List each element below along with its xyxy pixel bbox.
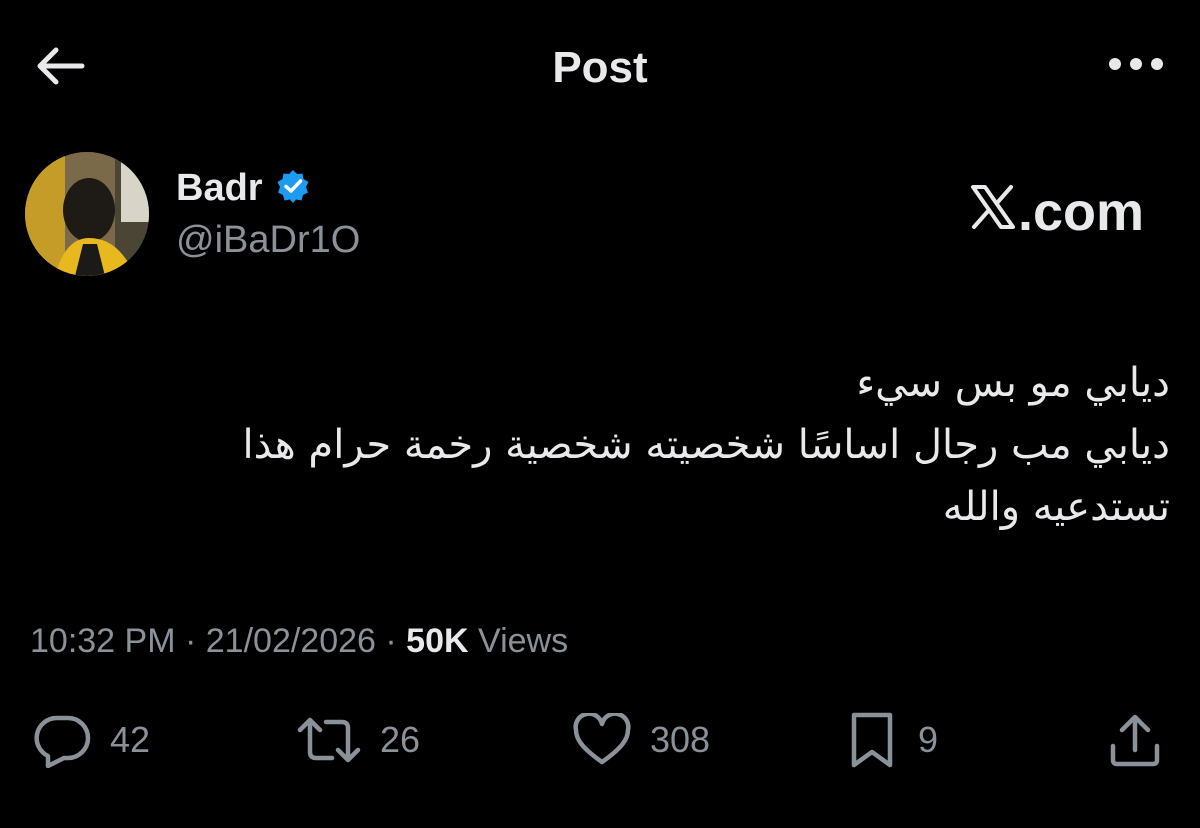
reply-icon bbox=[32, 712, 92, 768]
author-display-name: Badr bbox=[176, 166, 263, 209]
bookmark-count: 9 bbox=[918, 719, 939, 760]
more-options-button[interactable] bbox=[1096, 40, 1176, 92]
post-date[interactable]: 21/02/2026 bbox=[206, 622, 376, 660]
reply-count: 42 bbox=[110, 719, 151, 760]
reply-button[interactable]: 42 bbox=[32, 708, 150, 772]
page-title: Post bbox=[552, 43, 648, 92]
post-text: ديابي مو بس سيء ديابي مب رجال اساسًا شخص… bbox=[120, 352, 1170, 538]
post-line-1: ديابي مو بس سيء bbox=[856, 360, 1170, 406]
meta-separator: · bbox=[385, 622, 397, 660]
avatar[interactable] bbox=[25, 152, 149, 276]
author-handle[interactable]: @iBaDr1O bbox=[176, 216, 360, 264]
repost-button[interactable]: 26 bbox=[296, 708, 420, 772]
views-count: 50K bbox=[406, 622, 469, 660]
views-label: Views bbox=[478, 622, 569, 660]
share-button[interactable] bbox=[1108, 708, 1162, 772]
author-name[interactable]: Badr bbox=[176, 164, 311, 212]
like-button[interactable]: 308 bbox=[572, 708, 710, 772]
watermark-domain: .com bbox=[1017, 182, 1144, 242]
post-time[interactable]: 10:32 PM bbox=[30, 622, 176, 660]
bookmark-button[interactable]: 9 bbox=[844, 708, 938, 772]
verified-badge-icon bbox=[275, 168, 311, 209]
post-line-2: ديابي مب رجال اساسًا شخصيته شخصية رخمة ح… bbox=[242, 422, 1170, 468]
share-icon bbox=[1108, 712, 1162, 768]
like-count: 308 bbox=[650, 719, 711, 760]
repost-icon bbox=[296, 714, 362, 766]
arrow-left-icon bbox=[34, 46, 86, 91]
bookmark-icon bbox=[844, 711, 900, 769]
watermark: .com bbox=[970, 180, 1144, 244]
post-line-3: تستدعيه والله bbox=[942, 484, 1170, 530]
repost-count: 26 bbox=[380, 719, 421, 760]
x-logo-icon bbox=[970, 180, 1016, 244]
meta-separator: · bbox=[184, 622, 197, 660]
heart-icon bbox=[572, 713, 632, 767]
back-button[interactable] bbox=[28, 38, 92, 98]
post-meta: 10:32 PM · 21/02/2026 · 50K Views bbox=[30, 615, 568, 667]
avatar-photo bbox=[25, 152, 149, 276]
more-horizontal-icon bbox=[1108, 57, 1164, 76]
